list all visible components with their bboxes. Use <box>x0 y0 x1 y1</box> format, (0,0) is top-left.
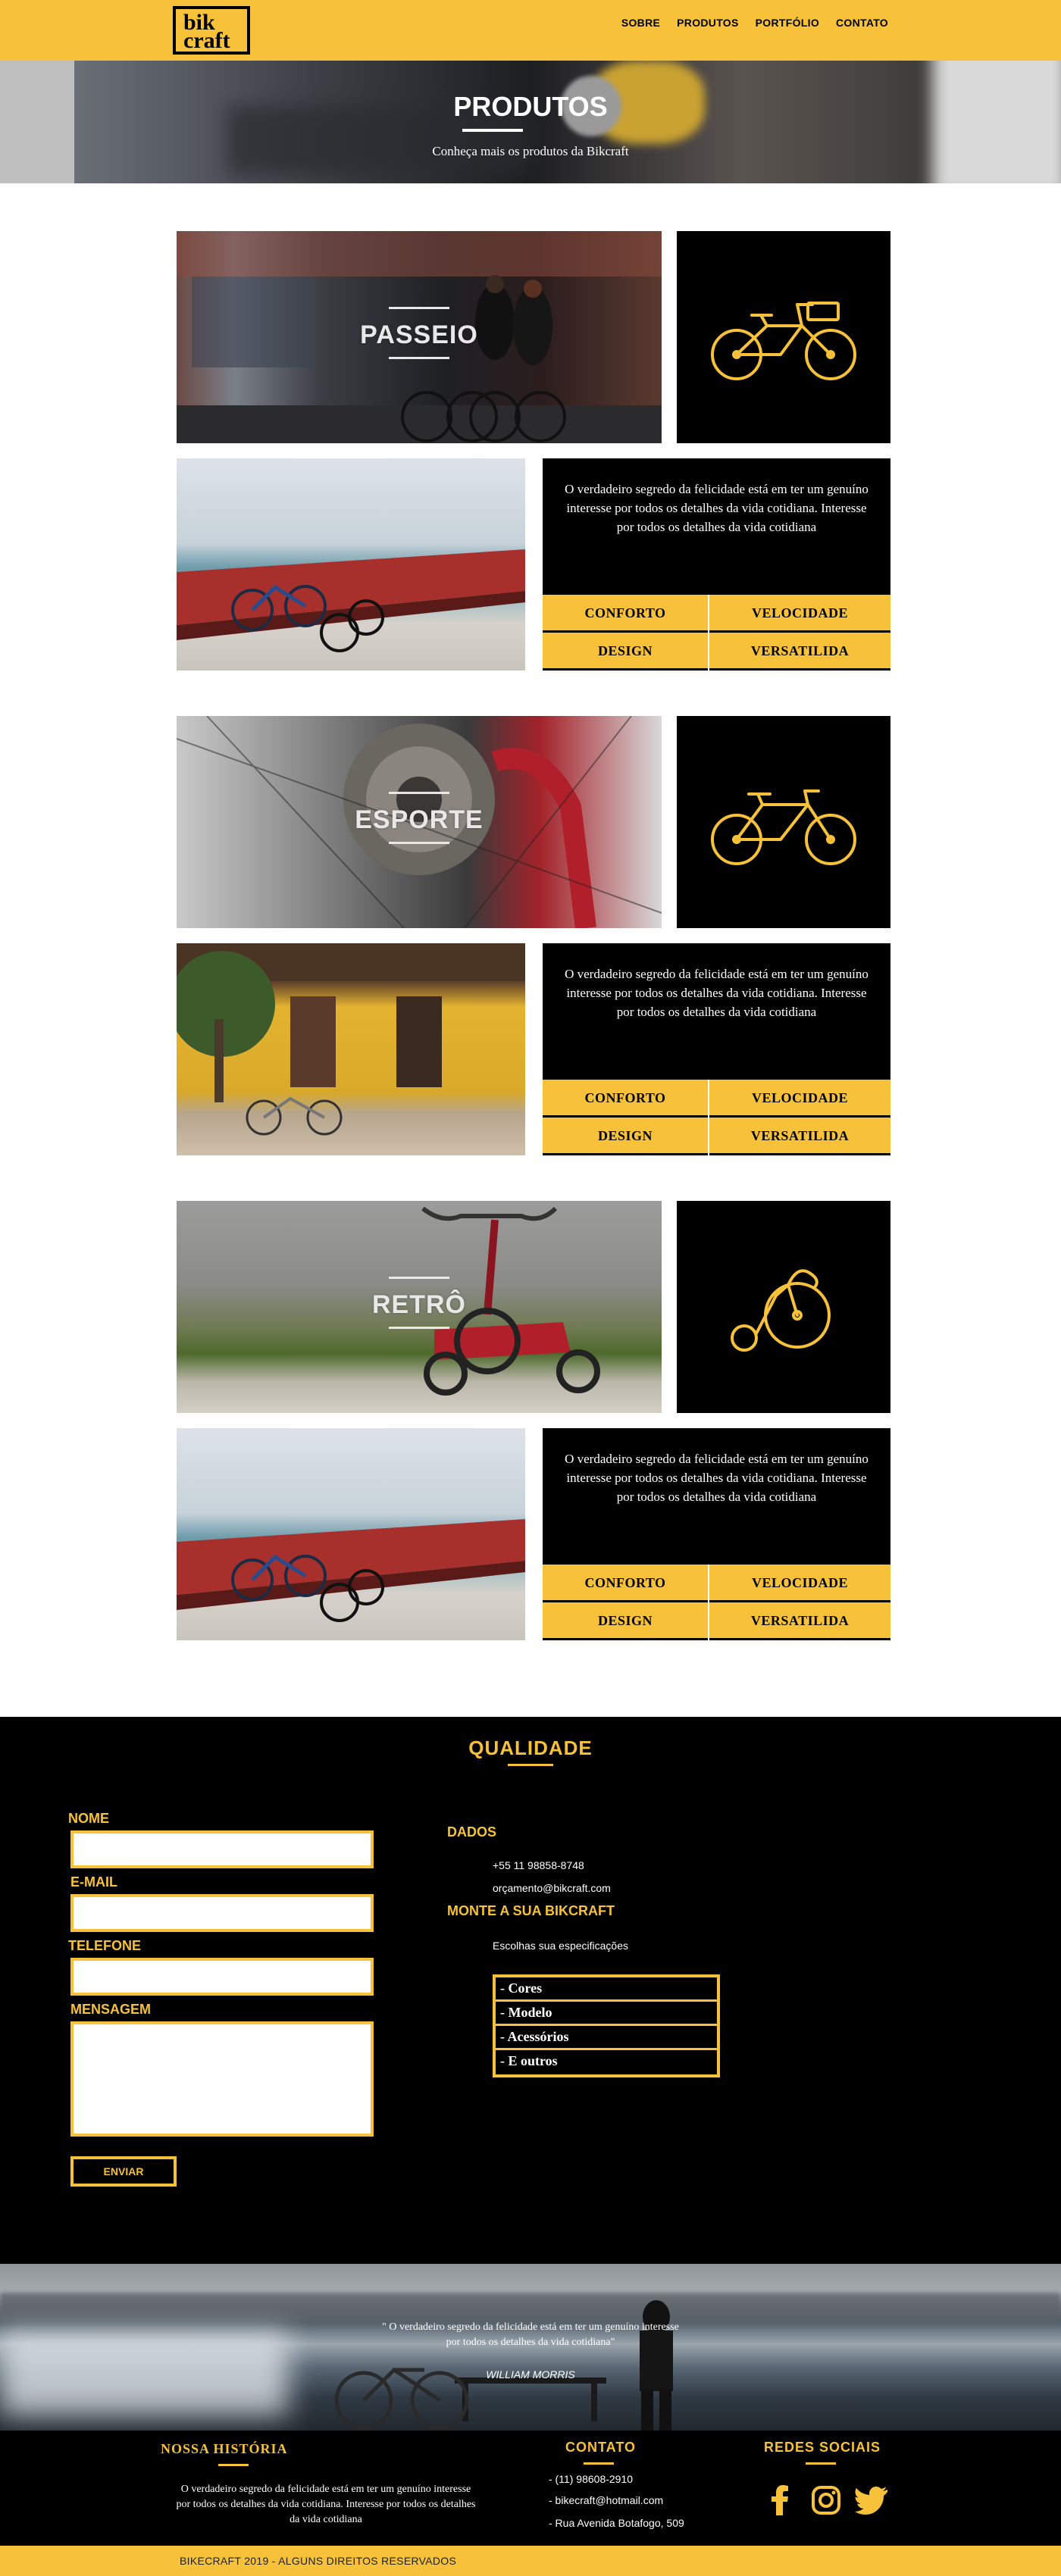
product-hero-image: PASSEIO <box>177 231 662 443</box>
email-input[interactable] <box>70 1894 374 1932</box>
footer-history-text: O verdadeiro segredo da felicidade está … <box>176 2484 476 2525</box>
pier-bike-graphic <box>177 549 525 652</box>
title-underline <box>462 129 523 132</box>
page-title: PRODUTOS <box>453 91 608 122</box>
feature-design: DESIGN <box>543 633 708 671</box>
hero-title-bar <box>389 792 449 794</box>
nav-link-sobre[interactable]: SOBRE <box>621 17 660 29</box>
feature-design: DESIGN <box>543 1118 708 1155</box>
phone-input[interactable] <box>70 1958 374 1996</box>
twitter-icon[interactable] <box>855 2485 888 2515</box>
product-icon-box <box>677 716 890 928</box>
hero-title-bar <box>389 1277 449 1279</box>
feature-design: DESIGN <box>543 1602 708 1640</box>
instagram-icon[interactable] <box>811 2485 841 2515</box>
product-description: O verdadeiro segredo da felicidade está … <box>543 943 890 1080</box>
product-photo <box>177 458 525 671</box>
product-hero-image: RETRÔ <box>177 1201 662 1413</box>
footer-contact-phone: - (11) 98608-2910 <box>549 2473 634 2485</box>
message-textarea[interactable] <box>70 2021 374 2137</box>
product-passeio: PASSEIO O verdadeiro segredo da felicida… <box>177 231 890 671</box>
footer-contact-bar <box>584 2462 614 2465</box>
footer-contact-address: - Rua Avenida Botafogo, 509 <box>549 2517 684 2529</box>
feature-conforto: CONFORTO <box>543 1080 708 1118</box>
phone-label: TELEFONE <box>68 1938 142 1953</box>
quote-author: WILLIAM MORRIS <box>486 2368 575 2381</box>
product-retro: RETRÔ O verdadeiro segredo da felicidade… <box>177 1201 890 1640</box>
pier-bike-graphic <box>177 1519 525 1622</box>
feature-velocidade: VELOCIDADE <box>709 1565 890 1602</box>
footer-history-bar <box>218 2464 249 2466</box>
hero-title-bar <box>389 357 449 359</box>
product-photo <box>177 1428 525 1640</box>
footer-social-title: REDES SOCIAIS <box>764 2440 881 2455</box>
product-icon-box <box>677 231 890 443</box>
nav-link-contato[interactable]: CONTATO <box>836 17 888 29</box>
footer-history-title: NOSSA HISTÓRIA <box>161 2441 288 2456</box>
quality-section: QUALIDADE NOME E-MAIL TELEFONE MENSAGEM … <box>0 1717 1061 2264</box>
build-title: MONTE A SUA BIKCRAFT <box>447 1903 615 1918</box>
logo-line-2: craft <box>183 28 230 53</box>
product-icon-box <box>677 1201 890 1413</box>
hero-title-bar <box>389 307 449 309</box>
option-acessorios[interactable]: - Acessórios <box>496 2026 717 2050</box>
product-photo <box>177 943 525 1155</box>
feature-conforto: CONFORTO <box>543 595 708 633</box>
option-outros[interactable]: - E outros <box>496 2050 717 2074</box>
footer-contact-email: - bikecraft@hotmail.com <box>549 2494 664 2506</box>
name-label: NOME <box>68 1811 109 1826</box>
email-label: E-MAIL <box>70 1874 117 1890</box>
send-button[interactable]: ENVIAR <box>70 2156 177 2187</box>
product-description: O verdadeiro segredo da felicidade está … <box>543 1428 890 1565</box>
bike-sport-icon <box>711 789 856 865</box>
feature-velocidade: VELOCIDADE <box>709 595 890 633</box>
feature-conforto: CONFORTO <box>543 1565 708 1602</box>
bike-basket-icon <box>711 302 856 380</box>
feature-versatilidade: VERSATILIDA <box>709 633 890 671</box>
copyright-text: BIKECRAFT 2019 - ALGUNS DIREITOS RESERVA… <box>180 2555 457 2567</box>
nav-link-produtos[interactable]: PRODUTOS <box>677 17 739 29</box>
logo[interactable]: bik craft <box>173 6 250 55</box>
product-name: RETRÔ <box>372 1290 466 1319</box>
product-description: O verdadeiro segredo da felicidade está … <box>543 458 890 595</box>
penny-farthing-icon <box>731 1269 831 1352</box>
product-name: ESPORTE <box>355 805 484 834</box>
site-footer: NOSSA HISTÓRIA O verdadeiro segredo da f… <box>0 2431 1061 2546</box>
main-nav: SOBRE PRODUTOS PORTFÓLIO CONTATO <box>621 17 888 29</box>
hero-title-bar <box>389 842 449 844</box>
feature-versatilidade: VERSATILIDA <box>709 1602 890 1640</box>
section-title-bar <box>508 1764 553 1766</box>
page-subtitle: Conheça mais os produtos da Bikcraft <box>432 144 629 158</box>
nav-link-portfolio[interactable]: PORTFÓLIO <box>756 17 819 29</box>
phone-number: +55 11 98858-8748 <box>493 1859 584 1871</box>
quote-section: " O verdadeiro segredo da felicidade est… <box>0 2264 1061 2431</box>
feature-velocidade: VELOCIDADE <box>709 1080 890 1118</box>
footer-social-bar <box>806 2462 836 2465</box>
copyright-bar: BIKECRAFT 2019 - ALGUNS DIREITOS RESERVA… <box>0 2546 1061 2576</box>
house-bike-graphic <box>177 943 525 1136</box>
page-banner: PRODUTOS Conheça mais os produtos da Bik… <box>0 61 1061 183</box>
option-cores[interactable]: - Cores <box>496 1977 717 2002</box>
option-modelo[interactable]: - Modelo <box>496 2002 717 2026</box>
product-esporte: ESPORTE O verdadeiro segredo da felicida… <box>177 716 890 1155</box>
name-input[interactable] <box>70 1830 374 1868</box>
product-name: PASSEIO <box>360 320 478 349</box>
product-hero-image: ESPORTE <box>177 716 662 928</box>
build-subtitle: Escolhas sua especificações <box>493 1940 628 1952</box>
hero-title-bar <box>389 1327 449 1329</box>
section-title: QUALIDADE <box>468 1737 593 1759</box>
email-address: orçamento@bikcraft.com <box>493 1882 611 1894</box>
message-label: MENSAGEM <box>70 2002 152 2017</box>
data-title: DADOS <box>447 1824 497 1840</box>
site-header: bik craft SOBRE PRODUTOS PORTFÓLIO CONTA… <box>0 0 1061 61</box>
footer-contact-title: CONTATO <box>565 2440 636 2455</box>
spec-options-list: - Cores - Modelo - Acessórios - E outros <box>493 1974 720 2077</box>
facebook-icon[interactable] <box>770 2485 790 2515</box>
quote-text: " O verdadeiro segredo da felicidade est… <box>382 2321 679 2348</box>
feature-versatilidade: VERSATILIDA <box>709 1118 890 1155</box>
